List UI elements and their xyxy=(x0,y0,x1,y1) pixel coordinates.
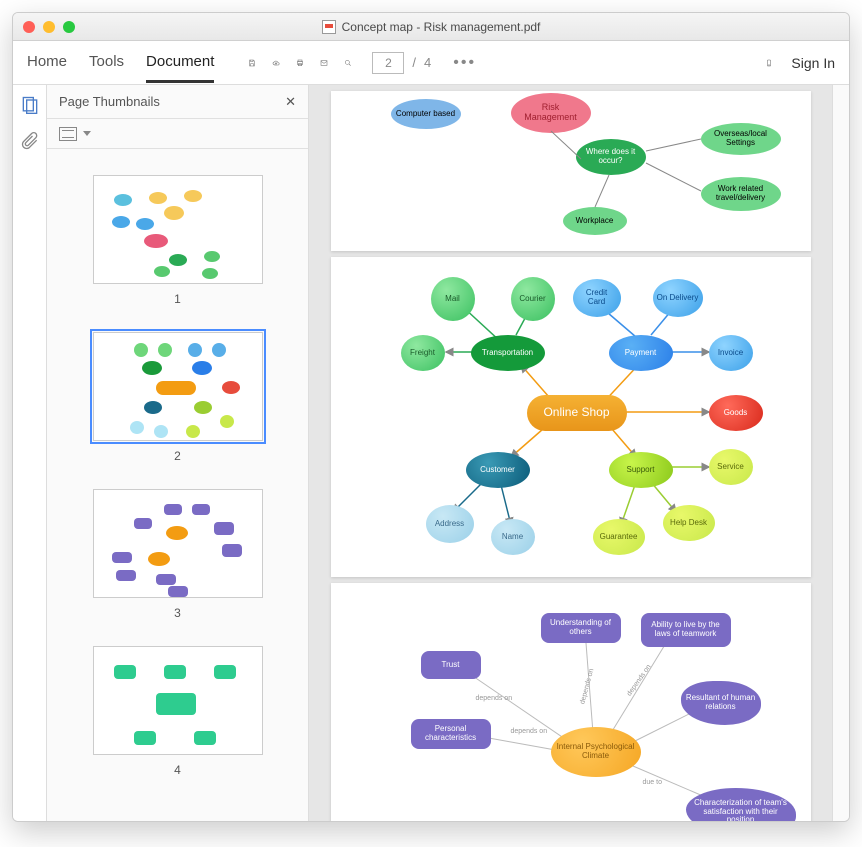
page-total: 4 xyxy=(424,55,431,70)
tab-home[interactable]: Home xyxy=(27,43,67,83)
node-delivery: On Delivery xyxy=(653,279,703,317)
node-risk-management: Risk Management xyxy=(511,93,591,133)
node-customer: Customer xyxy=(466,452,530,488)
node-understanding: Understanding of others xyxy=(541,613,621,643)
node-freight: Freight xyxy=(401,335,445,371)
thumbnail-label-3: 3 xyxy=(174,606,181,620)
panel-title: Page Thumbnails xyxy=(59,94,160,109)
edge-label-due: due to xyxy=(643,779,662,786)
thumbnails-rail-icon[interactable] xyxy=(20,95,40,115)
pdf-file-icon xyxy=(322,20,336,34)
node-online-shop: Online Shop xyxy=(527,395,627,431)
side-rail xyxy=(13,85,47,821)
thumbnail-label-4: 4 xyxy=(174,763,181,777)
print-icon[interactable] xyxy=(290,53,310,73)
thumbnail-page-3[interactable] xyxy=(93,489,263,598)
titlebar: Concept map - Risk management.pdf xyxy=(13,13,849,41)
search-icon[interactable] xyxy=(338,53,358,73)
tab-document[interactable]: Document xyxy=(146,43,214,83)
cloud-upload-icon[interactable] xyxy=(266,53,286,73)
node-goods: Goods xyxy=(709,395,763,431)
edge-label-depends3: depends on xyxy=(625,664,652,698)
node-support: Support xyxy=(609,452,673,488)
thumbnail-label-2: 2 xyxy=(174,449,181,463)
edge-label-depends2: depends on xyxy=(579,668,595,705)
thumbnail-page-1[interactable] xyxy=(93,175,263,284)
node-transport: Transportation xyxy=(471,335,545,371)
node-guarantee: Guarantee xyxy=(593,519,645,555)
document-viewport[interactable]: Computer based Risk Management Where doe… xyxy=(309,85,833,821)
sign-in-link[interactable]: Sign In xyxy=(791,55,835,71)
close-window-icon[interactable] xyxy=(23,21,35,33)
page-navigator: / 4 xyxy=(372,52,431,74)
minimize-window-icon[interactable] xyxy=(43,21,55,33)
node-invoice: Invoice xyxy=(709,335,753,371)
node-overseas: Overseas/local Settings xyxy=(701,123,781,155)
save-icon[interactable] xyxy=(242,53,262,73)
close-panel-icon[interactable]: ✕ xyxy=(285,94,296,110)
thumbnail-page-4[interactable] xyxy=(93,646,263,755)
node-internal: Internal Psychological Climate xyxy=(551,727,641,777)
node-computer-based: Computer based xyxy=(391,99,461,129)
node-mail: Mail xyxy=(431,277,475,321)
node-name: Name xyxy=(491,519,535,555)
thumbnail-label-1: 1 xyxy=(174,292,181,306)
node-helpdesk: Help Desk xyxy=(663,505,715,541)
toolbar: Home Tools Document / 4 ••• Sign In xyxy=(13,41,849,85)
node-resultant: Resultant of human relations xyxy=(681,681,761,725)
page-1-fragment: Computer based Risk Management Where doe… xyxy=(331,91,811,251)
chevron-down-icon xyxy=(83,131,91,136)
node-personal: Personal characteristics xyxy=(411,719,491,749)
node-service: Service xyxy=(709,449,753,485)
node-ability: Ability to live by the laws of teamwork xyxy=(641,613,731,647)
right-tools-rail xyxy=(833,85,849,821)
window-title: Concept map - Risk management.pdf xyxy=(342,20,541,34)
email-icon[interactable] xyxy=(314,53,334,73)
node-payment: Payment xyxy=(609,335,673,371)
thumbnail-options-icon[interactable] xyxy=(59,127,77,141)
node-workplace: Workplace xyxy=(563,207,627,235)
page-sep: / xyxy=(412,55,416,70)
node-credit: Credit Card xyxy=(573,279,621,317)
node-address: Address xyxy=(426,505,474,543)
mobile-icon[interactable] xyxy=(759,53,779,73)
thumbnail-page-2[interactable] xyxy=(93,332,263,441)
page-3-fragment: Understanding of others Ability to live … xyxy=(331,583,811,821)
zoom-window-icon[interactable] xyxy=(63,21,75,33)
edge-label-depends1: depends on xyxy=(476,695,513,702)
node-where-occur: Where does it occur? xyxy=(576,139,646,175)
node-courier: Courier xyxy=(511,277,555,321)
attachments-rail-icon[interactable] xyxy=(20,131,40,151)
thumbnails-panel: Page Thumbnails ✕ xyxy=(47,85,309,821)
current-page-input[interactable] xyxy=(372,52,404,74)
more-menu-icon[interactable]: ••• xyxy=(445,54,484,72)
node-characterization: Characterization of team's satisfaction … xyxy=(686,788,796,821)
node-work-related: Work related travel/delivery xyxy=(701,177,781,211)
tab-tools[interactable]: Tools xyxy=(89,43,124,83)
node-trust: Trust xyxy=(421,651,481,679)
page-2: Mail Courier Credit Card On Delivery Fre… xyxy=(331,257,811,577)
edge-label-depends4: depends on xyxy=(511,728,548,735)
thumbnails-list: 1 2 xyxy=(47,149,308,821)
